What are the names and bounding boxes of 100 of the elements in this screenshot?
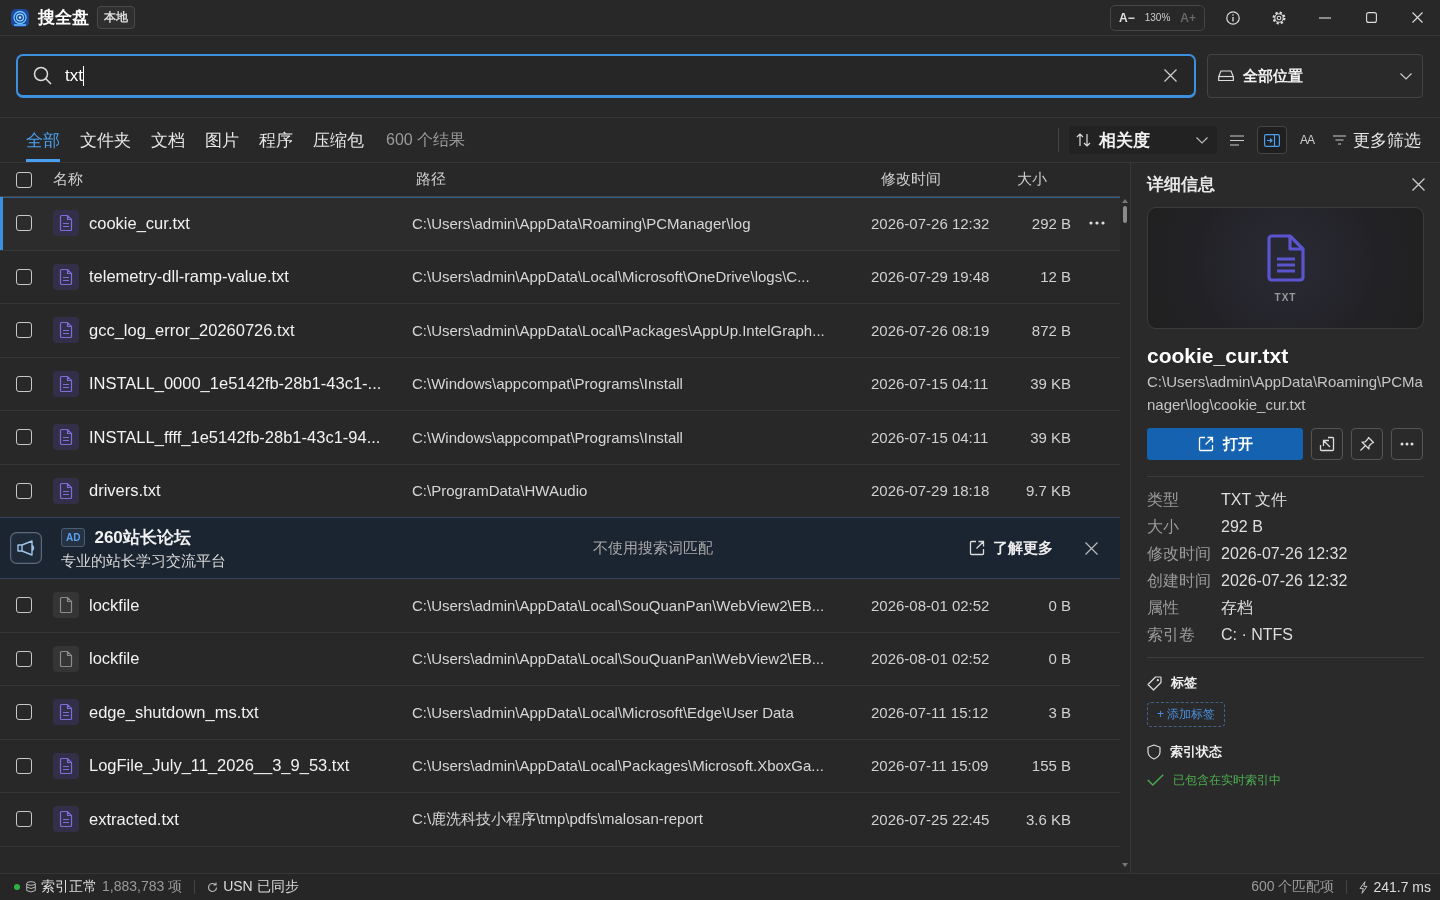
- property-value: TXT 文件: [1221, 490, 1289, 510]
- result-row[interactable]: INSTALL_ffff_1e5142fb-28b1-43c1-94... C:\Windows\appcompat\Programs\Install 2026-07-15 04:11 39 KB: [0, 411, 1120, 465]
- column-header[interactable]: 名称: [53, 170, 416, 189]
- select-all-checkbox[interactable]: [16, 171, 32, 188]
- pin-button[interactable]: [1351, 428, 1383, 460]
- column-header[interactable]: 大小: [1017, 170, 1047, 189]
- property-label: 修改时间: [1147, 544, 1212, 564]
- checkbox[interactable]: [16, 757, 32, 774]
- category-tab[interactable]: 文档: [151, 118, 185, 162]
- checkbox[interactable]: [16, 482, 32, 499]
- result-row[interactable]: gcc_log_error_20260726.txt C:\Users\admin\AppData\Local\Packages\AppUp.IntelGraph... 2026-07-26 08:19 872 B: [0, 304, 1120, 358]
- category-tab[interactable]: 文件夹: [80, 118, 131, 162]
- result-row[interactable]: LogFile_July_11_2026__3_9_53.txt C:\Users\admin\AppData\Local\Packages\Microsoft.XboxGa... 2026-07-11 15:09 155 B: [0, 739, 1120, 793]
- file-name: edge_shutdown_ms.txt: [89, 702, 260, 722]
- info-icon: [1226, 10, 1240, 25]
- property-value: 2026-07-26 12:32: [1221, 571, 1349, 591]
- ad-title: 260站长论坛: [94, 526, 191, 549]
- checkbox[interactable]: [16, 268, 32, 285]
- learn-more-link[interactable]: 了解更多: [969, 538, 1053, 558]
- file-size: 872 B: [1030, 321, 1071, 339]
- property-value: 2026-07-26 12:32: [1221, 544, 1349, 564]
- file-size: 0 B: [1047, 596, 1071, 614]
- font-size-button[interactable]: AA: [1292, 126, 1322, 154]
- column-header[interactable]: 路径: [416, 170, 881, 189]
- zoom-out-button[interactable]: A−: [1119, 10, 1135, 25]
- side-panel-icon: [1264, 133, 1280, 147]
- file-size: 3 B: [1047, 703, 1071, 721]
- chevron-down-icon: [1400, 72, 1412, 80]
- minimize-icon: [1319, 16, 1331, 19]
- ad-subtitle: 专业的站长学习交流平台: [61, 551, 227, 571]
- file-path: C:\Users\admin\AppData\Local\Microsoft\Edge\User Data: [412, 703, 795, 721]
- modified-time: 2026-07-29 18:18: [871, 482, 991, 500]
- result-row[interactable]: cookie_cur.txt C:\Users\admin\AppData\Roaming\PCManager\log 2026-07-26 12:32 292 B: [0, 197, 1120, 251]
- search-field[interactable]: txt: [16, 54, 1196, 98]
- clear-icon: [1163, 69, 1177, 82]
- result-row[interactable]: telemetry-dll-ramp-value.txt C:\Users\admin\AppData\Local\Microsoft\OneDrive\logs\C... 2026-07-29 19:48 12 B: [0, 250, 1120, 304]
- category-tab[interactable]: 图片: [205, 118, 239, 162]
- details-pane-button[interactable]: [1257, 126, 1287, 154]
- lightning-icon: [1359, 880, 1369, 894]
- location-dropdown[interactable]: 全部位置: [1207, 54, 1423, 98]
- file-name: telemetry-dll-ramp-value.txt: [89, 267, 290, 287]
- category-tab[interactable]: 程序: [259, 118, 293, 162]
- open-location-button[interactable]: [1311, 428, 1343, 460]
- text-file-icon: [53, 317, 79, 344]
- checkbox[interactable]: [16, 375, 32, 392]
- checkbox[interactable]: [16, 429, 32, 446]
- database-icon: [26, 881, 36, 893]
- category-tab[interactable]: 压缩包: [313, 118, 364, 162]
- match-count: 600 个匹配项: [1251, 878, 1335, 896]
- modified-time: 2026-07-25 22:45: [871, 810, 991, 828]
- add-tag-button[interactable]: + 添加标签: [1147, 702, 1226, 727]
- external-link-icon: [1197, 436, 1214, 452]
- result-row[interactable]: lockfile C:\Users\admin\AppData\Local\SouQuanPan\WebView2\EB... 2026-08-01 02:52 0 B: [0, 632, 1120, 686]
- property-label: 类型: [1147, 490, 1180, 510]
- chevron-down-icon: [1196, 136, 1208, 144]
- checkbox[interactable]: [16, 215, 32, 232]
- filter-icon: [1333, 135, 1346, 145]
- arrow-in-box-icon: [1319, 436, 1335, 452]
- modified-time: 2026-07-11 15:09: [871, 757, 990, 775]
- text-file-icon: [53, 699, 79, 726]
- result-row[interactable]: INSTALL_0000_1e5142fb-28b1-43c1-... C:\Windows\appcompat\Programs\Install 2026-07-15 04:11 39 KB: [0, 357, 1120, 411]
- file-size: 292 B: [1030, 214, 1071, 232]
- category-tab[interactable]: 全部: [26, 118, 60, 162]
- app-logo-icon: [11, 8, 29, 27]
- checkbox[interactable]: [16, 811, 32, 828]
- text-file-icon: [53, 806, 79, 833]
- property-value: C: · NTFS: [1221, 625, 1294, 645]
- file-name: INSTALL_0000_1e5142fb-28b1-43c1-...: [89, 374, 383, 394]
- file-name: gcc_log_error_20260726.txt: [89, 320, 296, 340]
- file-icon: [53, 592, 79, 619]
- panel-title: 详细信息: [1147, 173, 1215, 196]
- sort-dropdown[interactable]: 相关度: [1069, 126, 1217, 154]
- file-name: INSTALL_ffff_1e5142fb-28b1-43c1-94...: [89, 427, 382, 447]
- file-path: C:\Windows\appcompat\Programs\Install: [412, 375, 684, 393]
- file-size: 9.7 KB: [1024, 482, 1071, 500]
- document-icon: [1266, 233, 1305, 282]
- close-icon: [1411, 177, 1425, 191]
- search-icon: [33, 66, 52, 85]
- checkbox[interactable]: [16, 650, 32, 667]
- file-path: C:\Users\admin\AppData\Roaming\PCManager\log: [412, 214, 752, 232]
- modified-time: 2026-07-11 15:12: [871, 703, 990, 721]
- file-name: extracted.txt: [89, 809, 180, 829]
- checkbox[interactable]: [16, 597, 32, 614]
- checkbox[interactable]: [16, 704, 32, 721]
- column-header[interactable]: 修改时间: [881, 170, 1017, 189]
- more-button[interactable]: [1391, 428, 1423, 460]
- text-file-icon: [53, 263, 79, 290]
- file-type-label: TXT: [1274, 291, 1297, 303]
- open-button[interactable]: 打开: [1147, 428, 1303, 460]
- property-value: 存档: [1221, 598, 1254, 618]
- file-name: lockfile: [89, 649, 141, 669]
- section-title: 标签: [1171, 674, 1197, 692]
- result-row[interactable]: edge_shutdown_ms.txt C:\Users\admin\AppData\Local\Microsoft\Edge\User Data 2026-07-11 15:12 3 B: [0, 686, 1120, 740]
- result-row[interactable]: lockfile C:\Users\admin\AppData\Local\SouQuanPan\WebView2\EB... 2026-08-01 02:52 0 B: [0, 579, 1120, 633]
- checkbox[interactable]: [16, 322, 32, 339]
- result-count: 600 个结果: [386, 129, 466, 150]
- property-label: 属性: [1147, 598, 1180, 618]
- more-filters-button[interactable]: 更多筛选: [1333, 128, 1421, 152]
- file-icon: [53, 645, 79, 672]
- result-row[interactable]: extracted.txt C:\鹿洗科技小程序\tmp\pdfs\malosan-report 2026-07-25 22:45 3.6 KB: [0, 793, 1120, 847]
